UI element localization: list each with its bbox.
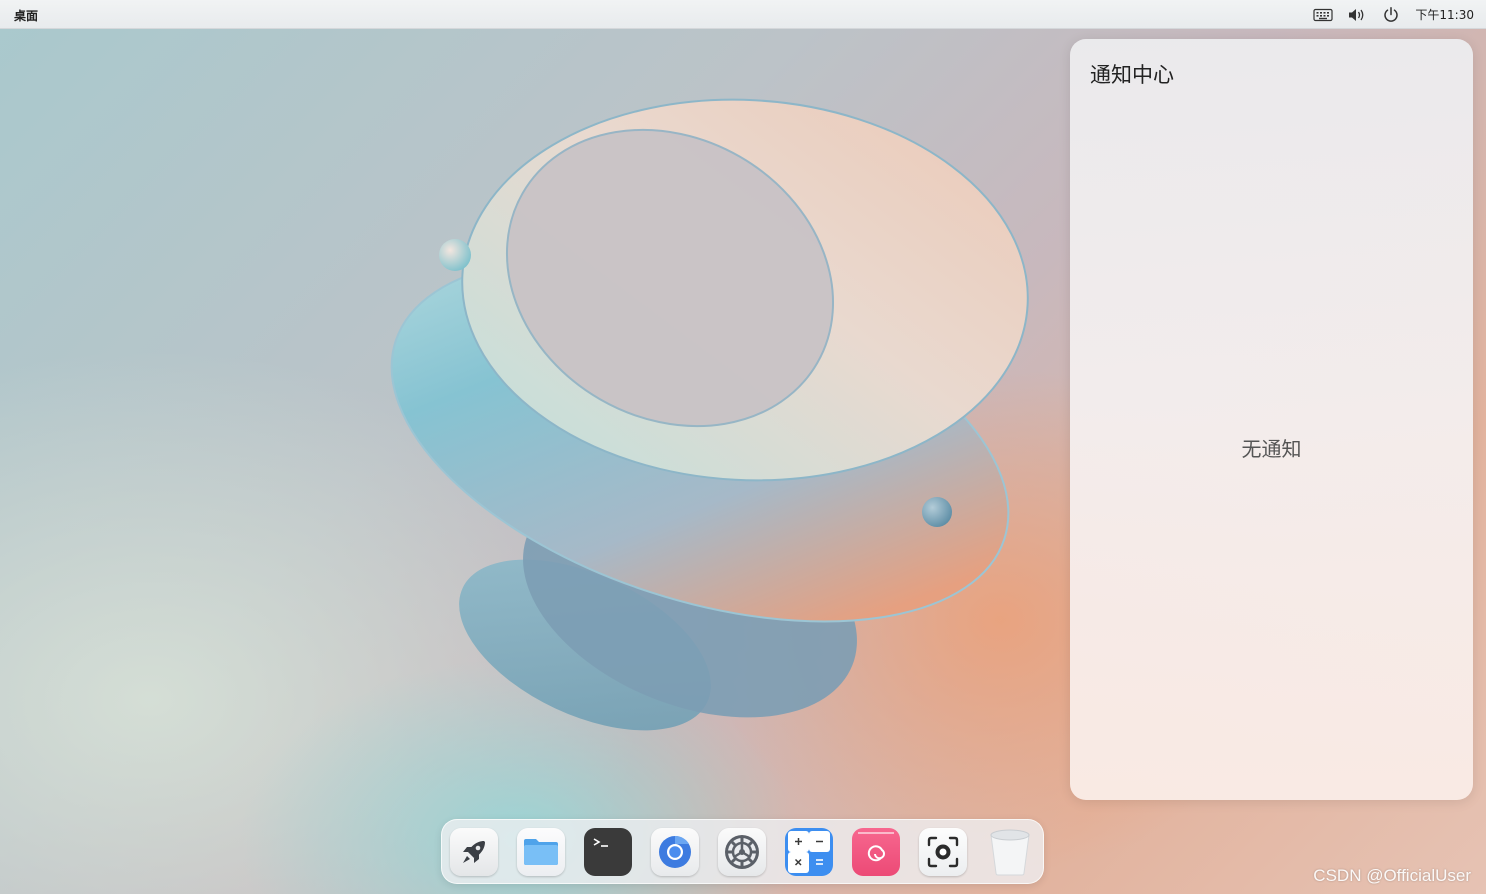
rocket-icon: [463, 841, 485, 863]
chromium-icon: [659, 835, 691, 868]
screenshot-icon: [927, 836, 959, 868]
dock-item-browser[interactable]: [651, 828, 699, 876]
power-icon[interactable]: [1381, 5, 1401, 25]
dock-item-trash[interactable]: [986, 828, 1034, 876]
watermark: CSDN @OfficialUser: [1313, 866, 1471, 885]
top-panel: 桌面 下午11:30: [0, 0, 1486, 29]
system-tray: 下午11:30: [1313, 0, 1474, 29]
notification-center-title: 通知中心: [1090, 63, 1174, 87]
trash-icon: [990, 829, 1030, 876]
debian-swirl-icon: [858, 832, 894, 862]
dock: [441, 819, 1044, 884]
keyboard-icon[interactable]: [1313, 5, 1334, 25]
volume-icon[interactable]: [1347, 5, 1367, 25]
gear-icon: [725, 835, 759, 869]
dock-item-calculator[interactable]: [785, 828, 833, 876]
dock-item-terminal[interactable]: [584, 828, 632, 876]
dock-item-screenshot[interactable]: [919, 828, 967, 876]
active-window-title: 桌面: [14, 9, 39, 23]
notification-center: 通知中心 无通知: [1070, 39, 1473, 800]
dock-item-debian-app[interactable]: [852, 828, 900, 876]
no-notifications-text: 无通知: [1241, 437, 1302, 461]
folder-icon: [524, 839, 558, 865]
dock-item-launcher[interactable]: [450, 828, 498, 876]
terminal-icon: [593, 838, 608, 847]
desktop[interactable]: 桌面 下午11:30 通知中心 无通知 CSDN @OfficialUser: [0, 0, 1486, 894]
calculator-icon: [788, 831, 830, 873]
dock-item-file-manager[interactable]: [517, 828, 565, 876]
clock[interactable]: 下午11:30: [1415, 6, 1474, 23]
dock-item-settings[interactable]: [718, 828, 766, 876]
